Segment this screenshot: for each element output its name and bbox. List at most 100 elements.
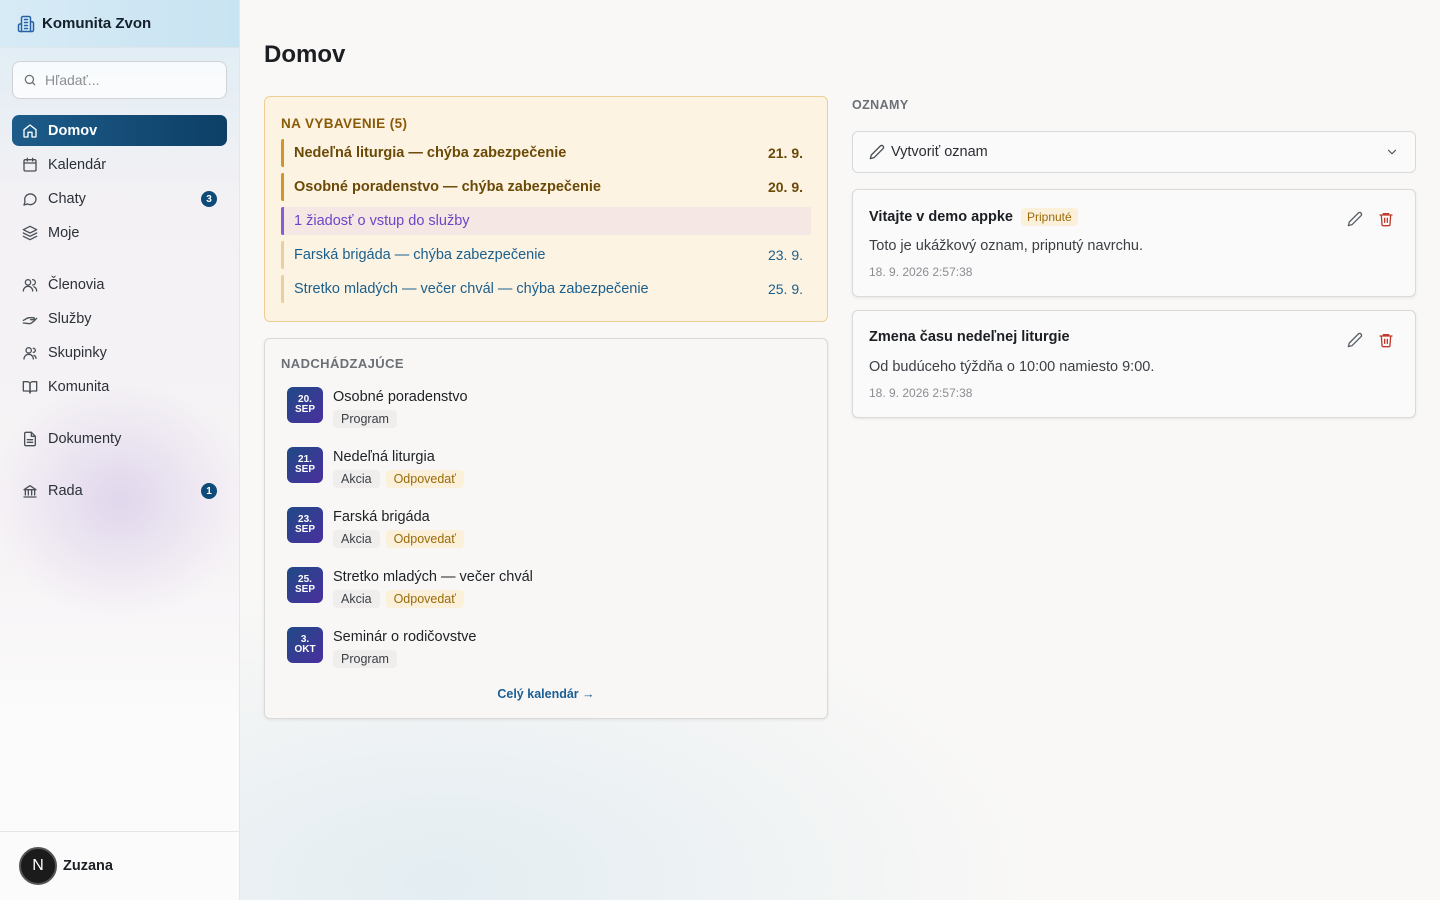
chat-icon <box>23 192 37 206</box>
pending-heading: NA VYBAVENIE (5) <box>281 116 408 131</box>
nav-primary: Domov Kalendár Chaty 3 Moje <box>12 115 227 251</box>
layers-icon <box>22 225 38 240</box>
announcement-card: Vitajte v demo appke Pripnuté Toto je uk… <box>852 189 1416 297</box>
event-tags: Program <box>333 410 403 428</box>
event-date-badge: 3. OKT <box>287 627 323 663</box>
group-icon <box>23 346 37 360</box>
bank-icon <box>23 484 37 498</box>
pending-item-text: Farská brigáda — chýba zabezpečenie <box>294 247 546 263</box>
brand-name: Komunita Zvon <box>42 15 152 32</box>
announcement-card: Zmena času nedeľnej liturgie Od budúceho… <box>852 310 1416 418</box>
page-title: Domov <box>264 41 346 68</box>
pencil-icon <box>869 144 885 160</box>
search-box[interactable] <box>12 61 227 99</box>
create-announcement-label: Vytvoriť oznam <box>891 144 988 160</box>
pending-item-text: 1 žiadosť o vstup do služby <box>294 213 470 229</box>
announcement-body: Od budúceho týždňa o 10:00 namiesto 9:00… <box>869 359 1155 375</box>
event-date-badge: 21. SEP <box>287 447 323 483</box>
event-name: Stretko mladých — večer chvál <box>333 569 533 585</box>
users-icon <box>22 278 38 292</box>
building-icon <box>17 15 35 32</box>
pending-item-date: 20. 9. <box>767 179 803 195</box>
event-name: Farská brigáda <box>333 509 430 525</box>
avatar: N <box>19 847 57 885</box>
user-profile[interactable]: N Zuzana <box>0 831 239 900</box>
sidebar: Komunita Zvon Domov Kalendár Chaty 3 Moj… <box>0 0 240 900</box>
sidebar-item-dokumenty[interactable]: Dokumenty <box>12 423 227 454</box>
event-month: SEP <box>294 404 315 415</box>
nav-docs: Dokumenty <box>12 423 227 457</box>
sidebar-item-clenovia[interactable]: Členovia <box>12 269 227 300</box>
sidebar-item-rada[interactable]: Rada 1 <box>12 475 227 506</box>
rsvp-button[interactable]: Odpovedať <box>385 590 464 608</box>
announcement-timestamp: 18. 9. 2026 2:57:38 <box>869 386 973 400</box>
announcement-title-row: Vitajte v demo appke Pripnuté <box>869 208 1078 226</box>
chevron-down-icon <box>1387 149 1397 155</box>
event-name: Nedeľná liturgia <box>333 449 435 465</box>
sidebar-item-label: Členovia <box>48 276 105 293</box>
pending-item[interactable]: Osobné poradenstvo — chýba zabezpečenie … <box>281 173 811 201</box>
pending-list: Nedeľná liturgia — chýba zabezpečenie 21… <box>281 139 811 309</box>
event-name: Osobné poradenstvo <box>333 389 468 405</box>
event-month: SEP <box>294 464 315 475</box>
upcoming-heading: NADCHÁDZAJÚCE <box>281 356 404 371</box>
announcement-title-row: Zmena času nedeľnej liturgie <box>869 329 1070 345</box>
event-tags: Program <box>333 650 403 668</box>
edit-icon[interactable] <box>1347 332 1363 348</box>
sidebar-item-skupinky[interactable]: Skupinky <box>12 337 227 368</box>
main-content: Domov NA VYBAVENIE (5) Nedeľná liturgia … <box>240 0 1440 900</box>
create-announcement-button[interactable]: Vytvoriť oznam <box>852 131 1416 173</box>
event-tags: Akcia Odpovedať <box>333 470 470 488</box>
sidebar-item-komunita[interactable]: Komunita <box>12 371 227 402</box>
sidebar-item-label: Skupinky <box>48 344 107 361</box>
sidebar-item-label: Dokumenty <box>48 430 122 447</box>
pending-request-item[interactable]: 1 žiadosť o vstup do služby <box>281 207 811 235</box>
pending-item-text: Osobné poradenstvo — chýba zabezpečenie <box>294 179 601 195</box>
event-item[interactable]: 3. OKT Seminár o rodičovstve Program <box>287 627 787 671</box>
event-item[interactable]: 23. SEP Farská brigáda Akcia Odpovedať <box>287 507 787 551</box>
sidebar-item-label: Komunita <box>48 378 110 395</box>
sidebar-item-label: Kalendár <box>48 156 107 173</box>
event-item[interactable]: 25. SEP Stretko mladých — večer chvál Ak… <box>287 567 787 611</box>
pending-item[interactable]: Stretko mladých — večer chvál — chýba za… <box>281 275 811 303</box>
sidebar-item-label: Rada <box>48 482 83 499</box>
nav-council: Rada 1 <box>12 475 227 509</box>
pending-item[interactable]: Farská brigáda — chýba zabezpečenie 23. … <box>281 241 811 269</box>
handshake-icon <box>22 316 38 324</box>
upcoming-card: NADCHÁDZAJÚCE 20. SEP Osobné poradenstvo… <box>264 338 828 719</box>
event-kind-tag: Akcia <box>333 530 380 548</box>
sidebar-item-label: Služby <box>48 310 92 327</box>
event-month: SEP <box>294 584 315 595</box>
calendar-icon <box>23 157 37 172</box>
rsvp-button[interactable]: Odpovedať <box>385 470 464 488</box>
sidebar-item-label: Chaty <box>48 190 86 207</box>
event-month: SEP <box>294 524 315 535</box>
event-kind-tag: Akcia <box>333 590 380 608</box>
brand[interactable]: Komunita Zvon <box>0 0 239 48</box>
event-date-badge: 23. SEP <box>287 507 323 543</box>
event-date-badge: 25. SEP <box>287 567 323 603</box>
event-tags: Akcia Odpovedať <box>333 590 470 608</box>
pending-item-date: 25. 9. <box>767 281 803 297</box>
sidebar-item-sluzby[interactable]: Služby <box>12 303 227 334</box>
trash-icon[interactable] <box>1378 211 1394 227</box>
sidebar-item-domov[interactable]: Domov <box>12 115 227 146</box>
sidebar-item-moje[interactable]: Moje <box>12 217 227 248</box>
notification-badge: 1 <box>201 483 217 499</box>
event-tags: Akcia Odpovedať <box>333 530 470 548</box>
announcement-body: Toto je ukážkový oznam, pripnutý navrchu… <box>869 238 1144 254</box>
search-icon <box>24 74 36 86</box>
trash-icon[interactable] <box>1378 332 1394 348</box>
event-kind-tag: Program <box>333 410 397 428</box>
search-input[interactable] <box>45 72 215 88</box>
rsvp-button[interactable]: Odpovedať <box>385 530 464 548</box>
pending-item[interactable]: Nedeľná liturgia — chýba zabezpečenie 21… <box>281 139 811 167</box>
event-kind-tag: Akcia <box>333 470 380 488</box>
sidebar-item-chaty[interactable]: Chaty 3 <box>12 183 227 214</box>
event-item[interactable]: 20. SEP Osobné poradenstvo Program <box>287 387 787 431</box>
sidebar-item-kalendar[interactable]: Kalendár <box>12 149 227 180</box>
pending-item-text: Nedeľná liturgia — chýba zabezpečenie <box>294 145 567 161</box>
full-calendar-link[interactable]: Celý kalendár → <box>265 687 827 701</box>
event-item[interactable]: 21. SEP Nedeľná liturgia Akcia Odpovedať <box>287 447 787 491</box>
edit-icon[interactable] <box>1347 211 1363 227</box>
